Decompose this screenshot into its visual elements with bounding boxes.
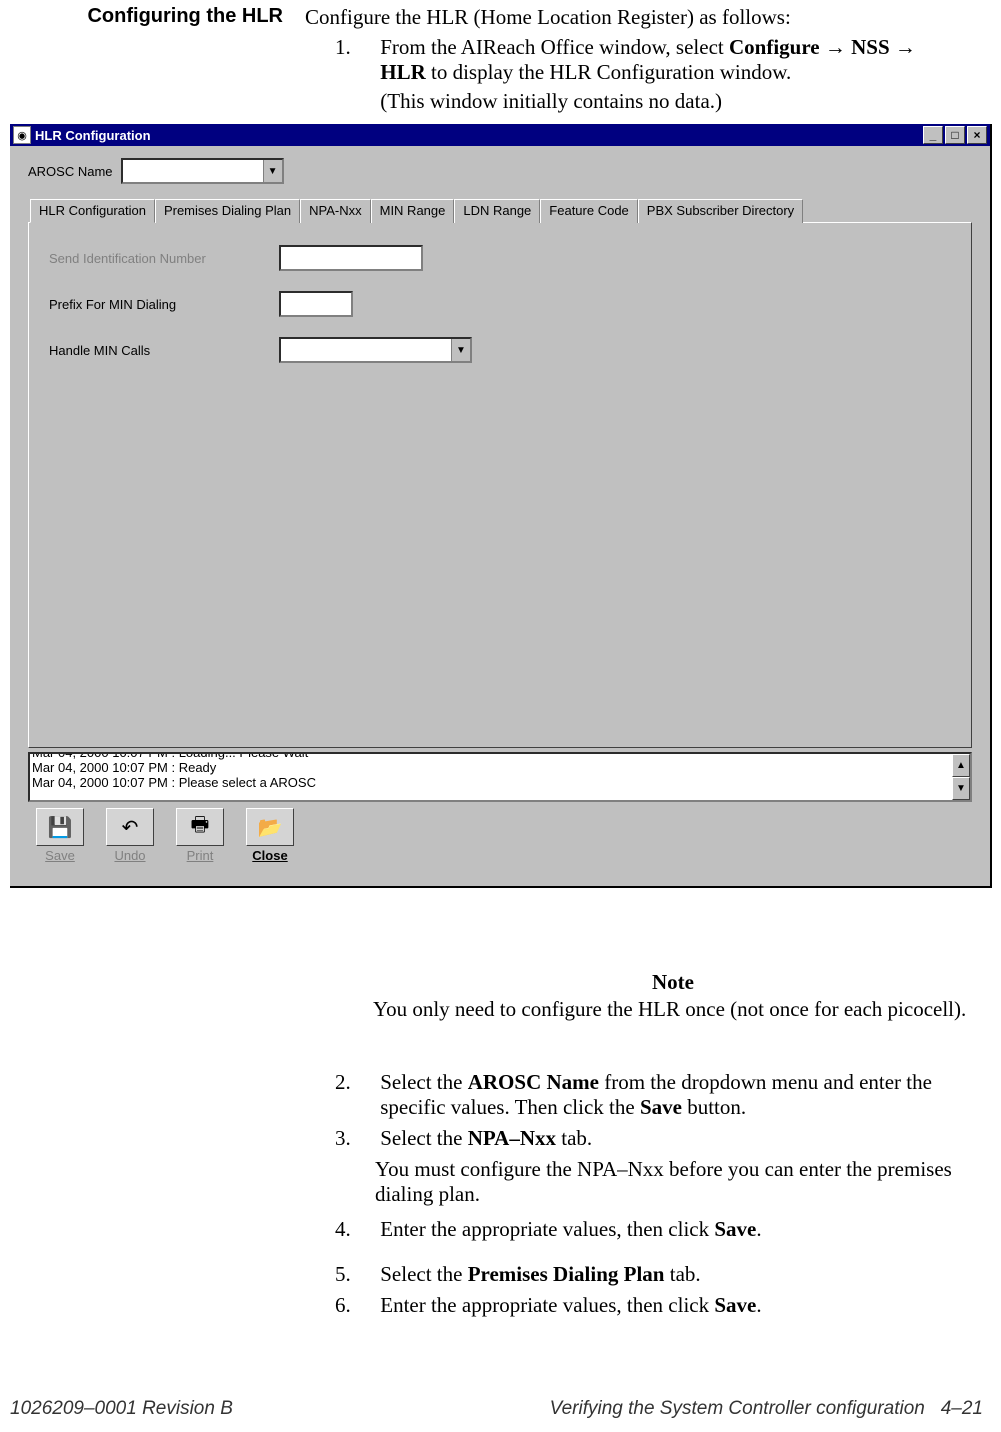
status-log: Mar 04, 2000 10:07 PM : Loading... Pleas… xyxy=(28,752,972,802)
step-1-sub: (This window initially contains no data.… xyxy=(380,89,940,114)
footer-page: 4–21 xyxy=(941,1398,983,1419)
step-3-text-c: tab. xyxy=(556,1126,592,1150)
step-1-body: From the AIReach Office window, select C… xyxy=(380,35,940,114)
undo-label: Undo xyxy=(102,848,158,863)
note-text: You only need to configure the HLR once … xyxy=(373,997,973,1022)
print-label: Print xyxy=(172,848,228,863)
scroll-down-button[interactable]: ▼ xyxy=(952,777,970,800)
step-2-bold: AROSC Name xyxy=(468,1070,599,1094)
save-icon: 💾 xyxy=(36,808,84,846)
save-label: Save xyxy=(32,848,88,863)
handle-min-calls-dropdown[interactable]: ▼ xyxy=(279,337,472,363)
intro-text: Configure the HLR (Home Location Registe… xyxy=(305,5,945,30)
arrow-2: → xyxy=(890,35,916,59)
send-id-number-label: Send Identification Number xyxy=(49,251,279,266)
status-line-0: Mar 04, 2000 10:07 PM : Loading... Pleas… xyxy=(32,752,968,760)
step-2-number: 2. xyxy=(335,1070,375,1095)
step-5-text-c: tab. xyxy=(665,1262,701,1286)
app-icon: ◉ xyxy=(13,126,31,144)
step-4: 4. Enter the appropriate values, then cl… xyxy=(335,1217,975,1242)
step-6-bold: Save xyxy=(714,1293,756,1317)
step-6: 6. Enter the appropriate values, then cl… xyxy=(335,1293,975,1318)
prefix-min-dialing-input[interactable] xyxy=(279,291,353,317)
handle-min-calls-value[interactable] xyxy=(281,339,451,361)
step-3-number: 3. xyxy=(335,1126,375,1151)
step-6-text-a: Enter the appropriate values, then click xyxy=(380,1293,714,1317)
footer-chapter: Verifying the System Controller configur… xyxy=(550,1398,925,1419)
step-1-bold-hlr: HLR xyxy=(380,60,426,84)
minimize-button[interactable]: _ xyxy=(923,126,943,144)
chevron-down-icon[interactable]: ▼ xyxy=(451,339,470,361)
section-heading: Configuring the HLR xyxy=(78,5,283,28)
close-button[interactable]: 📂 Close xyxy=(242,808,298,863)
note-heading: Note xyxy=(373,970,973,995)
hlr-config-window: ◉ HLR Configuration _ □ × AROSC Name ▼ H… xyxy=(10,124,992,888)
step-1: 1. From the AIReach Office window, selec… xyxy=(335,35,955,114)
maximize-button[interactable]: □ xyxy=(945,126,965,144)
title-bar: ◉ HLR Configuration _ □ × xyxy=(10,124,990,146)
step-1-text-a: From the AIReach Office window, select xyxy=(380,35,729,59)
arosc-name-dropdown[interactable]: ▼ xyxy=(121,158,284,184)
arosc-name-label: AROSC Name xyxy=(28,164,113,179)
close-label: Close xyxy=(242,848,298,863)
prefix-min-dialing-label: Prefix For MIN Dialing xyxy=(49,297,279,312)
footer-right: Verifying the System Controller configur… xyxy=(550,1398,983,1420)
tab-ldn-range[interactable]: LDN Range xyxy=(454,199,540,223)
step-2: 2. Select the AROSC Name from the dropdo… xyxy=(335,1070,975,1120)
status-line-2: Mar 04, 2000 10:07 PM : Please select a … xyxy=(32,775,968,790)
footer-left: 1026209–0001 Revision B xyxy=(10,1398,233,1420)
arosc-name-value[interactable] xyxy=(123,160,263,182)
step-3-sub: You must configure the NPA–Nxx before yo… xyxy=(375,1157,975,1207)
undo-button[interactable]: ↶ Undo xyxy=(102,808,158,863)
step-1-number: 1. xyxy=(335,35,375,60)
step-3: 3. Select the NPA–Nxx tab. xyxy=(335,1126,975,1151)
tab-hlr-configuration[interactable]: HLR Configuration xyxy=(30,199,155,223)
step-5-text-a: Select the xyxy=(380,1262,467,1286)
step-6-text-c: . xyxy=(756,1293,761,1317)
arrow-1: → xyxy=(820,35,852,59)
step-5-number: 5. xyxy=(335,1262,375,1287)
step-2-bold-save: Save xyxy=(640,1095,682,1119)
chevron-down-icon[interactable]: ▼ xyxy=(263,160,282,182)
undo-icon: ↶ xyxy=(106,808,154,846)
status-line-1: Mar 04, 2000 10:07 PM : Ready xyxy=(32,760,968,775)
step-1-bold-configure: Configure xyxy=(729,35,820,59)
handle-min-calls-label: Handle MIN Calls xyxy=(49,343,279,358)
tab-min-range[interactable]: MIN Range xyxy=(371,199,455,223)
toolbar: 💾 Save ↶ Undo 🖶 Print 📂 Close xyxy=(28,802,972,867)
window-title: HLR Configuration xyxy=(35,128,923,143)
step-6-number: 6. xyxy=(335,1293,375,1318)
step-4-text-c: . xyxy=(756,1217,761,1241)
close-window-button[interactable]: × xyxy=(967,126,987,144)
step-2-text-e: button. xyxy=(682,1095,746,1119)
step-3-text-a: Select the xyxy=(380,1126,467,1150)
step-4-bold: Save xyxy=(714,1217,756,1241)
tab-panel: HLR Configuration Premises Dialing Plan … xyxy=(28,198,972,748)
tab-premises-dialing-plan[interactable]: Premises Dialing Plan xyxy=(155,199,300,223)
step-4-text-a: Enter the appropriate values, then click xyxy=(380,1217,714,1241)
tab-feature-code[interactable]: Feature Code xyxy=(540,199,638,223)
step-2-text-a: Select the xyxy=(380,1070,467,1094)
step-5-bold: Premises Dialing Plan xyxy=(468,1262,665,1286)
step-1-bold-nss: NSS xyxy=(851,35,890,59)
print-button[interactable]: 🖶 Print xyxy=(172,808,228,863)
step-5: 5. Select the Premises Dialing Plan tab. xyxy=(335,1262,975,1287)
step-4-number: 4. xyxy=(335,1217,375,1242)
close-icon: 📂 xyxy=(246,808,294,846)
scroll-up-button[interactable]: ▲ xyxy=(952,754,970,777)
tab-body: Send Identification Number Prefix For MI… xyxy=(28,222,972,748)
tab-strip: HLR Configuration Premises Dialing Plan … xyxy=(28,198,972,222)
tab-pbx-subscriber-directory[interactable]: PBX Subscriber Directory xyxy=(638,199,803,223)
step-3-bold: NPA–Nxx xyxy=(468,1126,556,1150)
send-id-number-input[interactable] xyxy=(279,245,423,271)
tab-npa-nxx[interactable]: NPA-Nxx xyxy=(300,199,370,223)
save-button[interactable]: 💾 Save xyxy=(32,808,88,863)
note-block: Note You only need to configure the HLR … xyxy=(373,970,973,1022)
print-icon: 🖶 xyxy=(176,808,224,846)
step-1-text-c: to display the HLR Configuration window. xyxy=(426,60,792,84)
steps-lower: 2. Select the AROSC Name from the dropdo… xyxy=(335,1070,975,1324)
